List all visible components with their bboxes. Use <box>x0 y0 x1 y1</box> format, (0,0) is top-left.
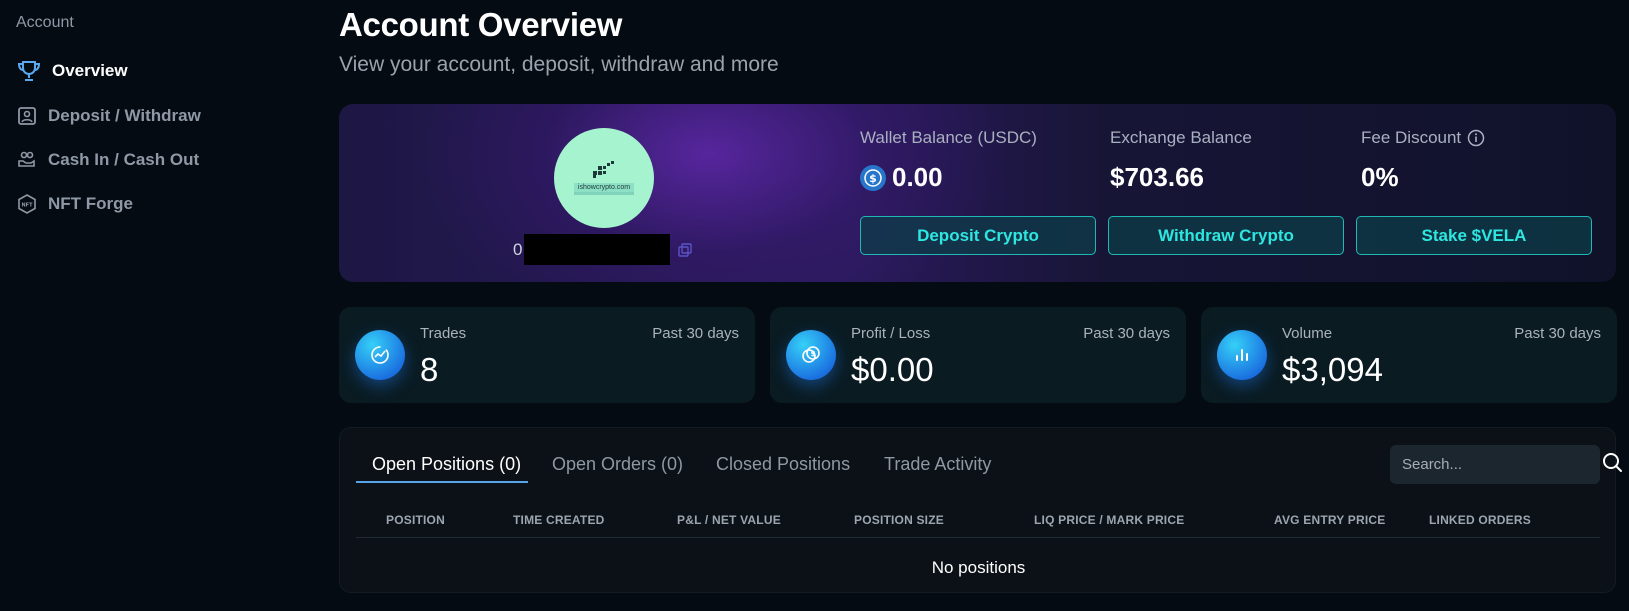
page-title: Account Overview <box>339 6 623 43</box>
wallet-address: 0 <box>513 234 693 265</box>
nft-hexagon-icon: NFT <box>16 193 38 215</box>
account-summary-card: ishowcrypto.com 0 Wallet Balance (USDC) … <box>339 104 1616 282</box>
sidebar-item-label: Deposit / Withdraw <box>48 106 201 125</box>
stake-vela-button[interactable]: Stake $VELA <box>1356 216 1592 255</box>
sidebar-section-title: Account <box>16 14 74 31</box>
wallet-balance-value-row: $ 0.00 <box>860 162 1037 193</box>
sidebar-item-label: Overview <box>52 61 128 80</box>
svg-text:NFT: NFT <box>21 203 33 209</box>
exchange-balance-label: Exchange Balance <box>1110 128 1252 147</box>
coins-icon: $ <box>786 330 836 380</box>
search-icon[interactable] <box>1601 451 1623 478</box>
metric-period: Past 30 days <box>1514 325 1601 342</box>
bar-chart-icon <box>1217 330 1267 380</box>
metric-value: $0.00 <box>851 351 934 388</box>
deposit-crypto-button[interactable]: Deposit Crypto <box>860 216 1096 255</box>
fee-discount: Fee Discount 0% <box>1361 128 1485 193</box>
svg-text:$: $ <box>869 172 877 185</box>
tab-trade-activity[interactable]: Trade Activity <box>884 454 991 475</box>
fee-discount-value: 0% <box>1361 162 1399 192</box>
table-divider <box>356 537 1600 538</box>
sidebar-item-cash-in-out[interactable]: Cash In / Cash Out <box>16 147 199 173</box>
page-subtitle: View your account, deposit, withdraw and… <box>339 53 779 76</box>
metric-label: Volume <box>1282 325 1333 342</box>
wallet-balance-label: Wallet Balance (USDC) <box>860 128 1037 147</box>
metric-card-profit-loss: $ Profit / Loss Past 30 days $0.00 <box>770 307 1186 403</box>
metric-label: Trades <box>420 325 467 342</box>
withdraw-crypto-button[interactable]: Withdraw Crypto <box>1108 216 1344 255</box>
metric-period: Past 30 days <box>652 325 739 342</box>
sidebar-item-overview[interactable]: Overview <box>16 58 128 84</box>
hand-coin-icon <box>16 149 38 171</box>
svg-text:$: $ <box>811 350 816 358</box>
avatar: ishowcrypto.com <box>554 128 654 228</box>
exchange-balance: Exchange Balance $703.66 <box>1110 128 1252 193</box>
sidebar-item-deposit-withdraw[interactable]: Deposit / Withdraw <box>16 103 201 129</box>
metric-value: 8 <box>420 351 439 388</box>
wallet-balance-value: 0.00 <box>892 162 943 192</box>
address-prefix: 0 <box>513 239 523 259</box>
sidebar: Account Overview Deposit / Withdraw Cash… <box>0 0 300 611</box>
empty-state-message: No positions <box>931 558 1026 577</box>
search-input[interactable] <box>1402 456 1601 473</box>
positions-panel: Open Positions (0) Open Orders (0) Close… <box>339 427 1622 593</box>
redacted-address <box>524 234 671 265</box>
sidebar-item-nft-forge[interactable]: NFT NFT Forge <box>16 191 133 217</box>
avatar-logo-text: ishowcrypto.com <box>573 183 635 195</box>
fee-discount-label: Fee Discount <box>1361 128 1462 147</box>
wallet-balance: Wallet Balance (USDC) $ 0.00 <box>860 128 1037 193</box>
tab-open-positions[interactable]: Open Positions (0) <box>372 454 521 475</box>
info-icon[interactable] <box>1467 129 1485 147</box>
tab-closed-positions[interactable]: Closed Positions <box>716 454 850 475</box>
metric-period: Past 30 days <box>1083 325 1170 342</box>
fee-discount-label-row: Fee Discount <box>1361 128 1485 148</box>
wallet-user-icon <box>16 105 38 127</box>
column-header-time-created: TIME CREATED <box>513 513 605 527</box>
sidebar-item-label: Cash In / Cash Out <box>48 150 200 169</box>
copy-icon[interactable] <box>678 242 693 257</box>
column-header-linked-orders: LINKED ORDERS <box>1429 513 1531 527</box>
exchange-balance-value: $703.66 <box>1110 162 1204 192</box>
tab-open-orders[interactable]: Open Orders (0) <box>552 454 683 475</box>
trophy-icon <box>16 60 42 82</box>
chart-refresh-icon <box>355 330 405 380</box>
metric-value: $3,094 <box>1282 351 1383 388</box>
avatar-logo-icon <box>593 161 614 178</box>
sidebar-item-label: NFT Forge <box>48 194 133 213</box>
metric-card-volume: Volume Past 30 days $3,094 <box>1201 307 1617 403</box>
metric-card-trades: Trades Past 30 days 8 <box>339 307 755 403</box>
column-header-pnl: P&L / NET VALUE <box>677 513 781 527</box>
active-tab-underline <box>356 481 528 483</box>
column-header-position: POSITION <box>386 513 445 527</box>
column-header-liq-price: LIQ PRICE / MARK PRICE <box>1034 513 1185 527</box>
metric-label: Profit / Loss <box>851 325 931 342</box>
usdc-icon: $ <box>860 164 886 191</box>
column-header-avg-entry-price: AVG ENTRY PRICE <box>1274 513 1386 527</box>
search-box <box>1390 445 1622 484</box>
column-header-position-size: POSITION SIZE <box>854 513 944 527</box>
